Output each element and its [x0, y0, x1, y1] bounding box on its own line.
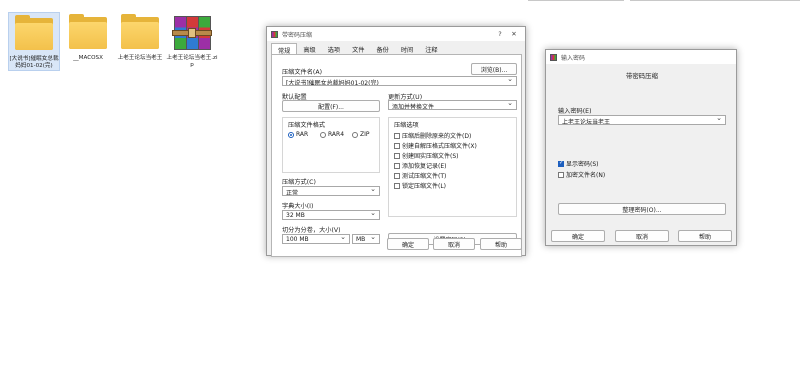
ok-button[interactable]: 确定 — [387, 238, 429, 250]
checkbox-checked — [558, 160, 564, 167]
winrar-archive-icon — [170, 12, 214, 52]
checkbox — [394, 172, 400, 179]
password-heading: 带密码压缩 — [626, 72, 658, 80]
help-title-button[interactable]: ? — [493, 30, 507, 38]
file-name: [大说书]催眠女总裁妈妈01-02(完) — [9, 56, 59, 69]
archive-name-input[interactable]: [大说书]催眠女总裁妈妈01-02(完) — [282, 76, 517, 86]
checkbox — [394, 142, 400, 149]
winrar-app-icon — [550, 53, 557, 61]
radio-rar-label: RAR — [296, 131, 309, 138]
help-button[interactable]: 帮助 — [480, 238, 522, 250]
update-mode-select[interactable]: 添加并替换文件 — [388, 100, 517, 110]
dict-label: 字典大小(I) — [282, 203, 314, 210]
desktop-folder-laowang[interactable]: 上老王论坛当老王 — [114, 12, 166, 62]
options-label: 压缩选项 — [394, 122, 419, 129]
folder-icon — [66, 12, 110, 52]
password-input[interactable]: 上老王论坛当老王 — [558, 115, 726, 125]
encrypt-names-label: 加密文件名(N) — [566, 172, 606, 179]
dialog-title: 带密码压缩 — [282, 31, 313, 39]
option-label: 锁定压缩文件(L) — [402, 183, 447, 190]
split-size-input[interactable]: 100 MB — [282, 234, 350, 244]
format-label: 压缩文件格式 — [288, 122, 326, 129]
option-sfx[interactable]: 创建自解压格式压缩文件(X) — [394, 141, 477, 150]
checkbox — [394, 162, 400, 169]
file-name: 上老王论坛当老王.zip — [166, 55, 218, 68]
radio-rar4[interactable]: RAR4 — [320, 131, 344, 138]
browse-button[interactable]: 浏览(B)... — [471, 63, 517, 75]
password-dialog: 输入密码 带密码压缩 输入密码(E) 上老王论坛当老王 显示密码(S) 加密文件… — [545, 49, 737, 246]
archive-name-label: 压缩文件名(A) — [282, 69, 322, 76]
method-label: 压缩方式(C) — [282, 179, 316, 186]
checkbox — [394, 132, 400, 139]
method-select[interactable]: 正常 — [282, 186, 380, 196]
compress-dialog: 带密码压缩 ? ✕ 常规 高级 选项 文件 备份 时间 注释 压缩文件名(A) … — [266, 26, 526, 257]
password-label: 输入密码(E) — [558, 108, 592, 115]
radio-rar4-label: RAR4 — [328, 131, 345, 138]
radio-rar-dot — [288, 131, 294, 138]
close-icon[interactable]: ✕ — [507, 30, 521, 38]
profile-button[interactable]: 配置(F)... — [282, 100, 380, 112]
desktop-zip-archive[interactable]: 上老王论坛当老王.zip — [166, 12, 218, 69]
file-name: __MACOSX — [73, 55, 103, 61]
option-solid[interactable]: 创建固实压缩文件(S) — [394, 151, 459, 160]
checkbox — [394, 152, 400, 159]
title-bar: 带密码压缩 ? ✕ — [267, 27, 525, 41]
top-edge-line — [528, 0, 800, 2]
cancel-button[interactable]: 取消 — [433, 238, 475, 250]
show-password-checkbox[interactable]: 显示密码(S) — [558, 159, 599, 168]
encrypt-names-checkbox[interactable]: 加密文件名(N) — [558, 170, 605, 179]
option-recovery[interactable]: 添加恢复记录(E) — [394, 161, 446, 170]
ok-button[interactable]: 确定 — [551, 230, 605, 242]
option-label: 创建自解压格式压缩文件(X) — [402, 143, 477, 150]
checkbox — [394, 182, 400, 189]
help-button[interactable]: 帮助 — [678, 230, 732, 242]
radio-zip-dot — [352, 131, 358, 138]
dialog-title: 输入密码 — [561, 54, 586, 62]
option-lock[interactable]: 锁定压缩文件(L) — [394, 181, 446, 190]
dict-select[interactable]: 32 MB — [282, 210, 380, 220]
folder-icon — [12, 13, 56, 53]
split-unit-select[interactable]: MB — [352, 234, 380, 244]
title-bar: 输入密码 — [546, 50, 736, 64]
checkbox — [558, 171, 564, 178]
winrar-app-icon — [271, 30, 278, 38]
radio-zip-label: ZIP — [360, 131, 370, 138]
desktop-folder-macosx[interactable]: __MACOSX — [62, 12, 114, 62]
cancel-button[interactable]: 取消 — [615, 230, 669, 242]
folder-icon — [118, 12, 162, 52]
radio-rar4-dot — [320, 131, 326, 138]
option-test[interactable]: 测试压缩文件(T) — [394, 171, 446, 180]
radio-zip[interactable]: ZIP — [352, 131, 370, 138]
file-name: 上老王论坛当老王 — [117, 55, 163, 61]
option-label: 创建固实压缩文件(S) — [402, 153, 459, 160]
show-password-label: 显示密码(S) — [566, 161, 599, 168]
option-delete-after[interactable]: 压缩后删除原来的文件(D) — [394, 131, 471, 140]
radio-rar[interactable]: RAR — [288, 131, 308, 138]
organize-passwords-button[interactable]: 整理密码(O)... — [558, 203, 726, 215]
desktop-folder-novel[interactable]: [大说书]催眠女总裁妈妈01-02(完) — [8, 12, 60, 71]
option-label: 添加恢复记录(E) — [402, 163, 447, 170]
option-label: 压缩后删除原来的文件(D) — [402, 133, 472, 140]
split-label: 切分为分卷，大小(V) — [282, 227, 341, 234]
general-panel: 压缩文件名(A) 浏览(B)... [大说书]催眠女总裁妈妈01-02(完) 默… — [271, 54, 522, 257]
option-label: 测试压缩文件(T) — [402, 173, 447, 180]
